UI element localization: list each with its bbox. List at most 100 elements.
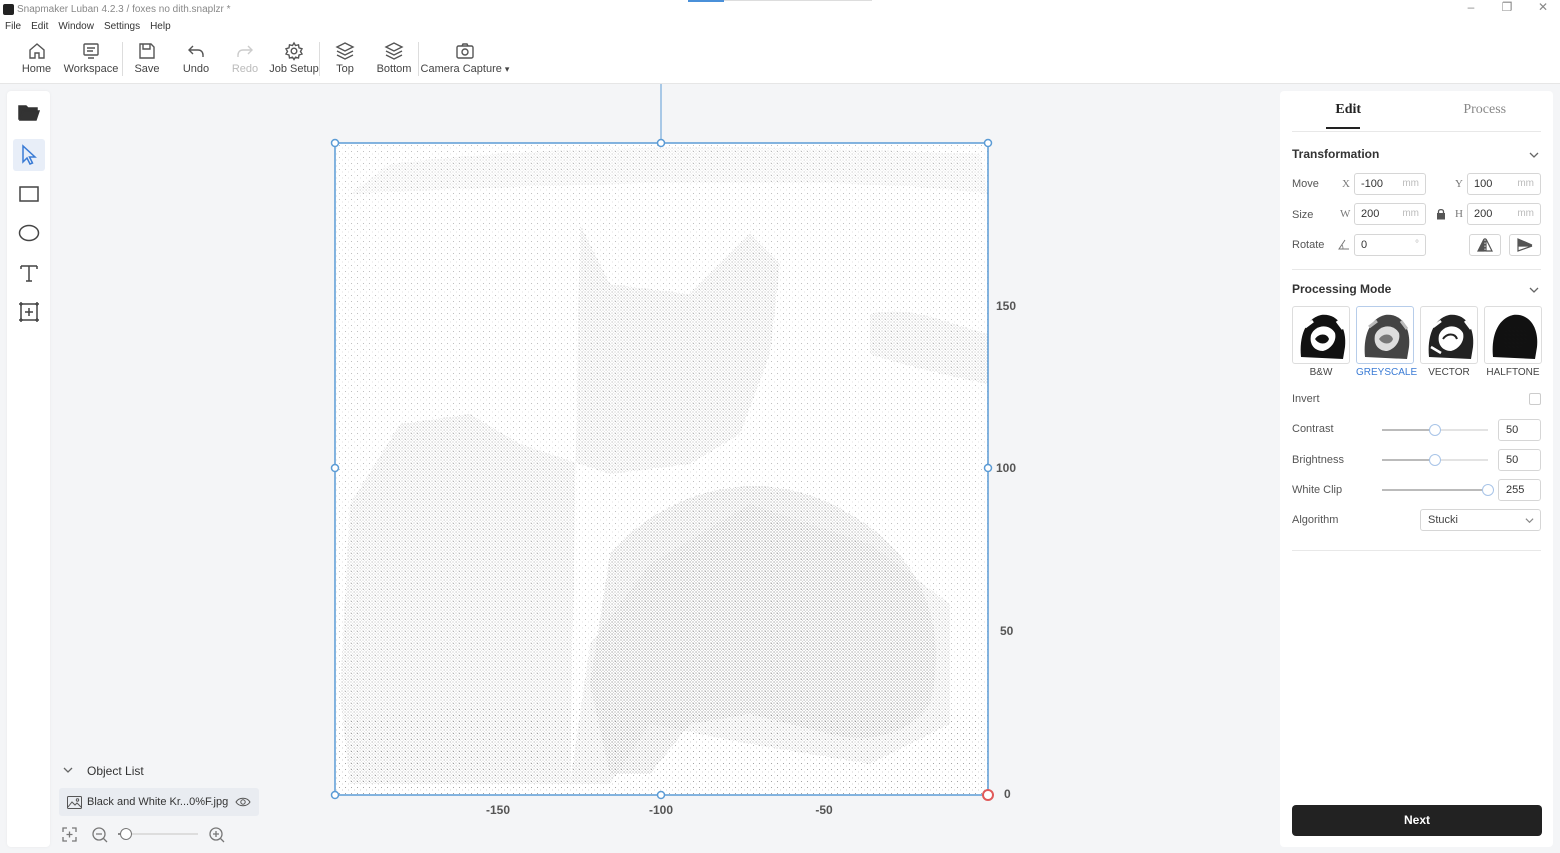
transformation-title: Transformation (1292, 147, 1380, 161)
white-clip-slider-fill (1382, 489, 1488, 491)
contrast-slider-fill (1382, 429, 1435, 431)
chevron-down-icon[interactable] (1529, 284, 1539, 294)
tab-edit[interactable]: Edit (1280, 91, 1417, 131)
canvas-area[interactable]: -150 -100 -50 150 100 50 0 (50, 84, 1280, 853)
menu-file[interactable]: File (5, 21, 21, 32)
job-setup-button[interactable]: Job Setup (269, 34, 319, 82)
brightness-input[interactable]: 50 (1498, 449, 1541, 471)
flip-horizontal-button[interactable] (1469, 234, 1501, 256)
object-list-item[interactable]: Black and White Kr...0%F.jpg (59, 788, 259, 816)
undo-button[interactable]: Undo (171, 34, 221, 82)
eye-icon[interactable] (235, 796, 251, 808)
algorithm-select[interactable]: Stucki (1420, 509, 1541, 531)
image-preview[interactable] (335, 143, 988, 795)
menu-window[interactable]: Window (58, 21, 94, 32)
zoom-out-icon[interactable] (91, 826, 108, 843)
camera-icon (456, 43, 474, 59)
mode-vector[interactable]: VECTOR (1420, 306, 1478, 381)
bottom-view-button[interactable]: Bottom (370, 34, 418, 82)
y-tick-label: 50 (1000, 624, 1014, 638)
zoom-slider-knob[interactable] (120, 828, 132, 840)
app-logo (3, 3, 14, 15)
white-clip-input[interactable]: 255 (1498, 479, 1541, 501)
resize-handle-top[interactable] (656, 138, 666, 148)
open-folder-icon (18, 105, 41, 121)
resize-handle-left[interactable] (330, 463, 340, 473)
brightness-slider[interactable] (1382, 454, 1488, 466)
zoom-slider[interactable] (118, 828, 198, 840)
zoom-in-icon[interactable] (208, 826, 225, 843)
white-clip-slider-knob[interactable] (1482, 484, 1494, 496)
window-title: Snapmaker Luban 4.2.3 / foxes no dith.sn… (17, 3, 231, 15)
minimize-button[interactable]: – (1464, 0, 1478, 14)
fit-view-icon[interactable] (61, 826, 78, 843)
size-height-input[interactable]: 200 mm (1467, 203, 1541, 225)
object-list-title: Object List (87, 764, 144, 778)
next-button[interactable]: Next (1292, 805, 1542, 836)
right-panel: Edit Process Transformation Move X -100 m… (1280, 91, 1553, 847)
resize-handle-top-right[interactable] (983, 138, 993, 148)
top-view-button[interactable]: Top (320, 34, 370, 82)
resize-handle-top-left[interactable] (330, 138, 340, 148)
object-list-header[interactable]: Object List (59, 760, 259, 782)
contrast-label: Contrast (1292, 423, 1334, 435)
move-label: Move (1292, 178, 1319, 190)
select-tool-button[interactable] (13, 139, 45, 171)
workspace-button[interactable]: Workspace (60, 34, 122, 82)
restore-button[interactable]: ❐ (1500, 0, 1514, 14)
mode-greyscale[interactable]: GREYSCALE (1356, 306, 1417, 381)
save-button[interactable]: Save (123, 34, 171, 82)
bottom-view-icon (384, 42, 404, 60)
menu-help[interactable]: Help (150, 21, 171, 32)
rectangle-icon (19, 186, 39, 202)
tab-process[interactable]: Process (1417, 91, 1554, 131)
zoom-controls (61, 824, 241, 844)
brightness-slider-knob[interactable] (1429, 454, 1441, 466)
brightness-label: Brightness (1292, 454, 1344, 466)
chevron-down-icon[interactable] (1529, 149, 1539, 159)
redo-button[interactable]: Redo (221, 34, 269, 82)
rotate-input[interactable]: 0 ° (1354, 234, 1426, 256)
resize-handle-bottom[interactable] (656, 790, 666, 800)
home-button[interactable]: Home (18, 34, 55, 82)
processing-mode-title: Processing Mode (1292, 282, 1392, 296)
text-tool-button[interactable] (13, 257, 45, 289)
camera-capture-button[interactable]: Camera Capture ▾ (419, 34, 511, 82)
menu-edit[interactable]: Edit (31, 21, 48, 32)
invert-checkbox[interactable] (1529, 393, 1541, 405)
close-button[interactable]: ✕ (1536, 0, 1550, 14)
workspace-canvas[interactable]: -150 -100 -50 150 100 50 0 (50, 84, 1280, 853)
contrast-slider-knob[interactable] (1429, 424, 1441, 436)
object-name: Black and White Kr...0%F.jpg (87, 796, 229, 808)
mode-halftone-thumbnail (1484, 306, 1542, 364)
flip-vertical-icon (1517, 238, 1533, 252)
open-file-button[interactable] (13, 96, 45, 128)
origin-marker (982, 789, 994, 801)
mode-halftone[interactable]: HALFTONE (1484, 306, 1542, 381)
title-progress-track (724, 0, 872, 1)
resize-handle-right[interactable] (983, 463, 993, 473)
move-y-input[interactable]: 100 mm (1467, 173, 1541, 195)
size-label: Size (1292, 209, 1314, 221)
section-divider (1292, 550, 1541, 551)
menu-settings[interactable]: Settings (104, 21, 140, 32)
resize-handle-bottom-left[interactable] (330, 790, 340, 800)
ellipse-tool-button[interactable] (13, 217, 45, 249)
y-tick-label: 100 (996, 461, 1016, 475)
redo-icon (237, 45, 253, 57)
ellipse-icon (18, 224, 40, 242)
mode-bw[interactable]: B&W (1292, 306, 1350, 381)
add-frame-tool-button[interactable] (13, 296, 45, 328)
move-x-input[interactable]: -100 mm (1354, 173, 1426, 195)
lock-icon[interactable] (1436, 208, 1446, 220)
flip-vertical-button[interactable] (1509, 234, 1541, 256)
white-clip-slider[interactable] (1382, 484, 1494, 496)
angle-icon (1338, 239, 1349, 250)
contrast-slider[interactable] (1382, 424, 1488, 436)
rectangle-tool-button[interactable] (13, 178, 45, 210)
contrast-input[interactable]: 50 (1498, 419, 1541, 441)
x-label: X (1342, 178, 1350, 190)
size-width-input[interactable]: 200 mm (1354, 203, 1426, 225)
save-icon (139, 43, 155, 59)
chevron-down-icon (1525, 518, 1534, 524)
